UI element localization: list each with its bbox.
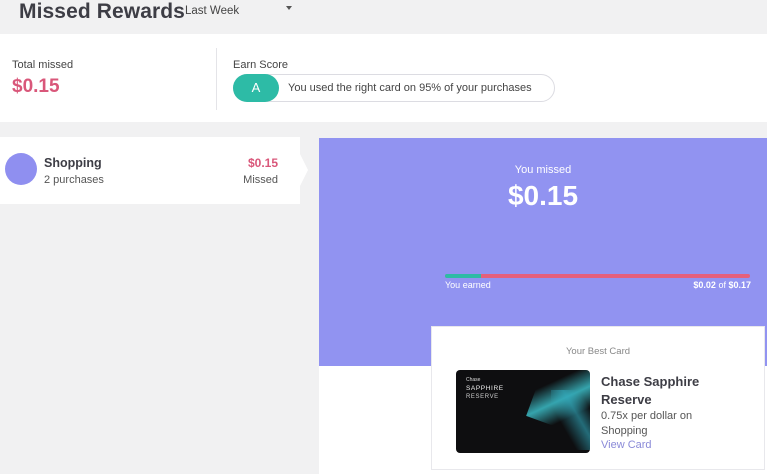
credit-card-image: Chase SAPPHIRE RESERVE (456, 370, 590, 453)
total-missed-label: Total missed (12, 59, 74, 71)
earn-score-pill: A You used the right card on 95% of your… (233, 74, 555, 102)
category-purchases: 2 purchases (44, 174, 104, 186)
card-art-streak (551, 390, 590, 450)
earn-score-grade: A (233, 74, 279, 102)
earn-score-label: Earn Score (233, 59, 289, 71)
missed-value: $0.15 (507, 180, 579, 211)
category-name: Shopping (44, 156, 102, 170)
best-card-title: Your Best Card (565, 346, 631, 357)
card-art-name: SAPPHIRE (466, 385, 504, 392)
view-card-link[interactable]: View Card (601, 439, 652, 451)
period-select[interactable]: Last Week (185, 5, 239, 17)
selected-pointer (298, 150, 308, 190)
category-amount: $0.15 (247, 156, 278, 170)
earned-progress-fill (445, 274, 481, 278)
earned-amount: $0.02 (693, 280, 716, 290)
best-card-box: Your Best Card Chase SAPPHIRE RESERVE Ch… (431, 326, 765, 470)
best-card-name: Chase Sapphire Reserve (601, 374, 700, 407)
category-dot (5, 153, 37, 185)
missed-label: You missed (514, 164, 572, 176)
summary-bar: Total missed $0.15 Earn Score A You used… (0, 34, 767, 122)
earned-progress-bar (445, 274, 750, 278)
category-status: Missed (243, 174, 278, 186)
page-title: Missed Rewards (19, 0, 185, 23)
divider (216, 48, 217, 110)
earned-ratio: $0.02 of $0.17 (693, 280, 751, 290)
earned-of: of (718, 280, 726, 290)
total-missed-value: $0.15 (12, 76, 60, 97)
earn-score-text: You used the right card on 95% of your p… (288, 82, 532, 94)
category-item-shopping[interactable]: Shopping 2 purchases $0.15 Missed (0, 137, 300, 204)
earned-label: You earned (445, 280, 491, 290)
best-card-rate: 0.75x per dollar on Shopping (601, 410, 693, 437)
card-art-tier: RESERVE (466, 394, 499, 400)
chevron-down-icon[interactable] (286, 6, 292, 10)
potential-amount: $0.17 (728, 280, 751, 290)
card-brand-logo: Chase (466, 377, 481, 383)
header: Missed Rewards Last Week (0, 0, 767, 34)
